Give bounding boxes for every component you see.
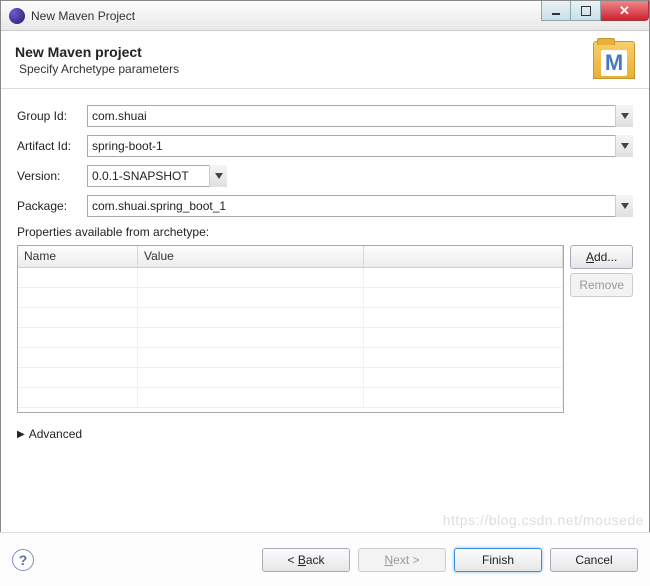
advanced-label: Advanced: [29, 427, 82, 441]
table-row[interactable]: [18, 388, 563, 408]
close-icon: ✕: [619, 3, 630, 19]
eclipse-icon: [9, 8, 25, 24]
maximize-button[interactable]: [571, 1, 601, 21]
artifact-id-input[interactable]: [87, 135, 633, 157]
table-row[interactable]: [18, 288, 563, 308]
package-label: Package:: [17, 199, 87, 213]
table-row[interactable]: [18, 308, 563, 328]
properties-area: Name Value Add... Remove: [17, 245, 633, 413]
row-artifact-id: Artifact Id:: [17, 135, 633, 157]
properties-table[interactable]: Name Value: [17, 245, 564, 413]
wizard-content: Group Id: Artifact Id: Version: Package:…: [1, 89, 649, 457]
package-input[interactable]: [87, 195, 633, 217]
back-button[interactable]: < Back: [262, 548, 350, 572]
properties-buttons: Add... Remove: [570, 245, 633, 413]
wizard-footer: ? < Back Next > Finish Cancel: [0, 532, 650, 586]
table-row[interactable]: [18, 368, 563, 388]
group-id-label: Group Id:: [17, 109, 87, 123]
watermark-text: https://blog.csdn.net/mousede: [443, 512, 644, 528]
next-button: Next >: [358, 548, 446, 572]
column-value[interactable]: Value: [138, 246, 364, 267]
row-package: Package:: [17, 195, 633, 217]
version-label: Version:: [17, 169, 87, 183]
add-button[interactable]: Add...: [570, 245, 633, 269]
group-id-input[interactable]: [87, 105, 633, 127]
row-version: Version:: [17, 165, 633, 187]
table-header: Name Value: [18, 246, 563, 268]
triangle-right-icon: ▶: [17, 429, 25, 440]
properties-heading: Properties available from archetype:: [17, 225, 633, 239]
footer-buttons: < Back Next > Finish Cancel: [262, 548, 638, 572]
column-spacer: [364, 246, 563, 267]
help-button[interactable]: ?: [12, 549, 34, 571]
banner-subheading: Specify Archetype parameters: [15, 62, 179, 76]
version-input[interactable]: [87, 165, 227, 187]
table-body: [18, 268, 563, 413]
advanced-toggle[interactable]: ▶ Advanced: [17, 427, 633, 441]
maven-letter: M: [601, 50, 627, 76]
close-button[interactable]: ✕: [601, 1, 649, 21]
window-titlebar: New Maven Project ✕: [1, 1, 649, 31]
table-row[interactable]: [18, 268, 563, 288]
artifact-id-label: Artifact Id:: [17, 139, 87, 153]
banner-heading: New Maven project: [15, 44, 179, 60]
finish-button[interactable]: Finish: [454, 548, 542, 572]
table-row[interactable]: [18, 328, 563, 348]
window-controls: ✕: [541, 1, 649, 21]
wizard-banner: New Maven project Specify Archetype para…: [1, 31, 649, 89]
window-title: New Maven Project: [31, 9, 135, 23]
cancel-button[interactable]: Cancel: [550, 548, 638, 572]
minimize-button[interactable]: [541, 1, 571, 21]
remove-button: Remove: [570, 273, 633, 297]
row-group-id: Group Id:: [17, 105, 633, 127]
maven-folder-icon: M: [593, 41, 635, 79]
table-row[interactable]: [18, 348, 563, 368]
column-name[interactable]: Name: [18, 246, 138, 267]
